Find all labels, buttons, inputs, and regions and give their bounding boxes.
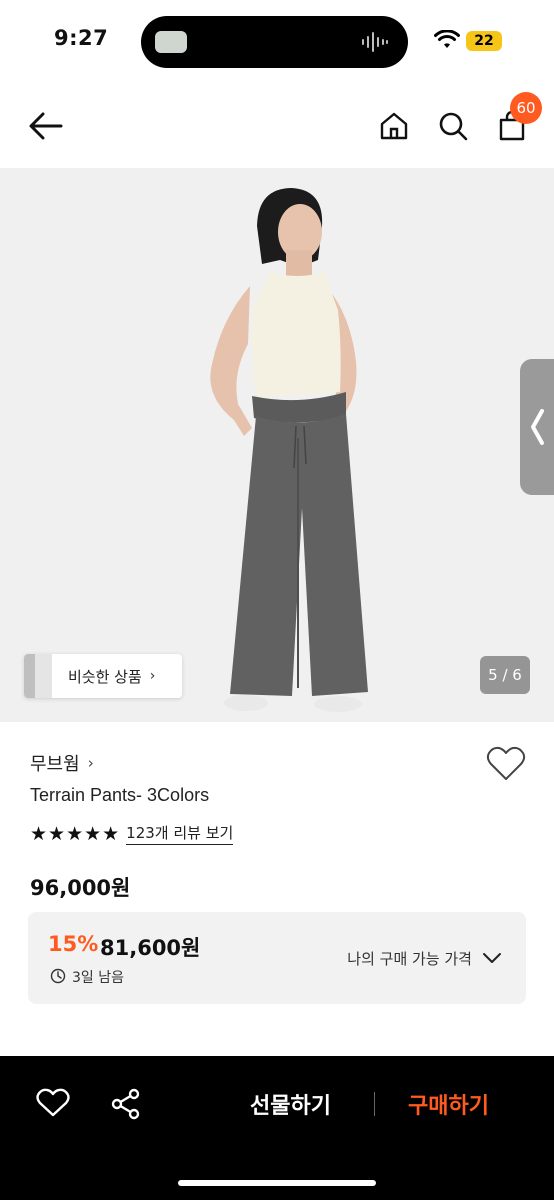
cart-count-badge: 60 (510, 92, 542, 124)
home-button[interactable] (374, 106, 414, 146)
back-button[interactable] (26, 106, 66, 146)
brand-name: 무브웜 (30, 754, 80, 775)
bottom-wishlist-button[interactable] (36, 1088, 70, 1120)
my-price-label: 나의 구매 가능 가격 (347, 950, 472, 968)
buy-button[interactable]: 구매하기 (408, 1088, 489, 1120)
dynamic-island (141, 16, 408, 68)
wishlist-button[interactable] (486, 746, 526, 786)
heart-icon (486, 746, 526, 780)
review-link[interactable]: 123개 리뷰 보기 (126, 822, 234, 845)
star-rating: ★★★★★ (30, 822, 121, 845)
battery-indicator: 22 (466, 31, 502, 51)
similar-products-button[interactable]: 비슷한 상품 › (24, 654, 182, 698)
audio-wave-icon (362, 32, 388, 52)
chevron-left-icon (531, 409, 544, 445)
status-time: 9:27 (54, 26, 109, 50)
search-icon (439, 112, 468, 141)
product-photo (0, 168, 554, 722)
chevron-right-icon: › (149, 668, 156, 684)
clock-icon (50, 968, 66, 984)
top-nav (0, 90, 554, 162)
arrow-left-icon (29, 112, 63, 140)
share-icon (111, 1088, 140, 1120)
share-button[interactable] (110, 1088, 142, 1120)
product-price: 96,000원 (30, 876, 131, 900)
divider (374, 1092, 375, 1116)
rating-row: ★★★★★ 123개 리뷰 보기 (30, 822, 234, 845)
chevron-down-icon[interactable] (482, 948, 502, 968)
brand-link[interactable]: 무브웜 › (30, 750, 94, 776)
similar-products-label: 비슷한 상품 (68, 667, 142, 686)
heart-icon (36, 1088, 70, 1117)
bottom-action-bar: 선물하기 구매하기 (0, 1056, 554, 1200)
similar-products-thumbnail (24, 654, 52, 698)
status-bar: 9:27 22 (0, 0, 554, 80)
product-image-gallery[interactable]: 비슷한 상품 › 5 / 6 (0, 168, 554, 722)
island-thumbnail (155, 31, 187, 53)
cutoff-info-row (30, 1046, 510, 1056)
discounted-price: 81,600원 (100, 936, 201, 960)
home-icon (380, 112, 408, 140)
side-panel-handle[interactable] (520, 359, 554, 495)
search-button[interactable] (433, 106, 473, 146)
image-page-indicator: 5 / 6 (480, 656, 530, 694)
chevron-right-icon: › (87, 754, 94, 772)
gift-button[interactable]: 선물하기 (250, 1088, 331, 1120)
days-left-label: 3일 남음 (72, 970, 124, 986)
home-indicator (178, 1180, 376, 1186)
discount-box[interactable]: 15% 81,600원 3일 남음 나의 구매 가능 가격 (28, 912, 526, 1004)
product-title: Terrain Pants- 3Colors (30, 785, 210, 805)
discount-percent: 15% (48, 932, 99, 956)
wifi-icon (434, 30, 460, 48)
